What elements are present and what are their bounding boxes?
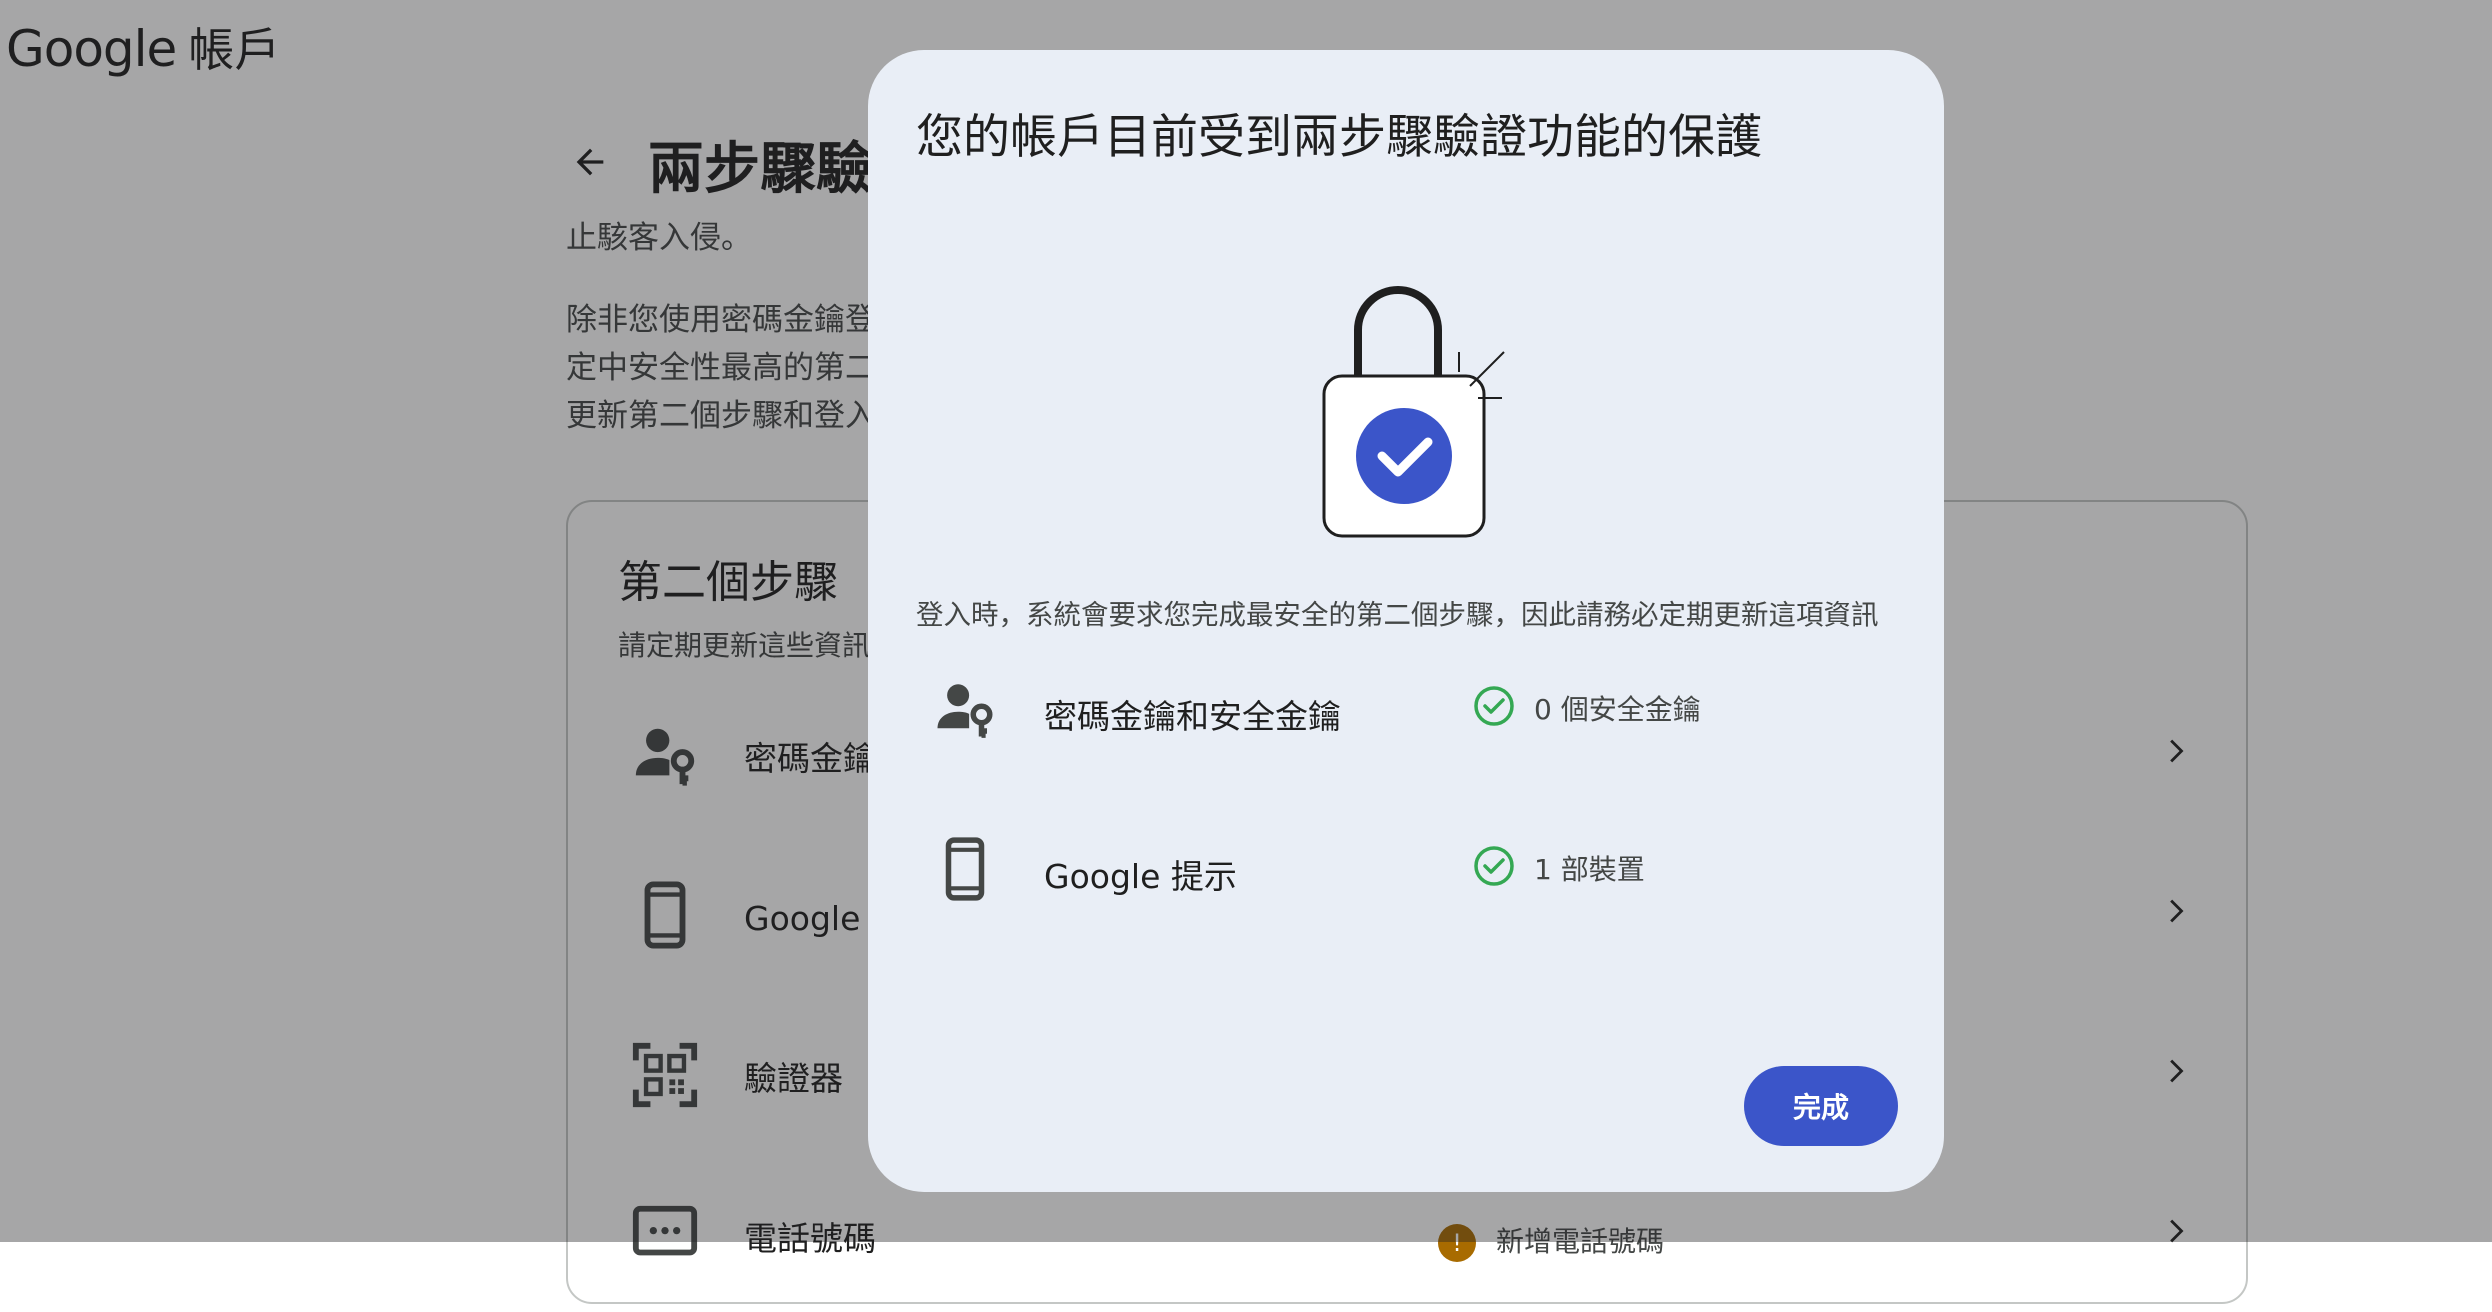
check-circle-icon [1474,686,1514,726]
dialog-item-status: 1 部裝置 [1534,853,1645,886]
done-button[interactable]: 完成 [1744,1066,1898,1146]
dialog-description: 登入時，系統會要求您完成最安全的第二個步驟，因此請務必定期更新這項資訊 [916,599,1879,631]
check-circle-icon [1474,846,1514,886]
two-step-confirmation-dialog: 您的帳戶目前受到兩步驟驗證功能的保護 登入時，系統會要求您完成最安全的第二個步驟… [868,50,1944,1192]
dialog-item-google-prompt: Google 提示 1 部裝置 [868,818,1944,928]
dialog-item-label: Google 提示 [1044,857,1237,896]
dialog-item-label: 密碼金鑰和安全金鑰 [1044,697,1341,736]
phone-icon [945,837,985,901]
person-key-icon [937,684,993,738]
dialog-item-status: 0 個安全金鑰 [1534,693,1701,726]
dialog-item-passkeys: 密碼金鑰和安全金鑰 0 個安全金鑰 [868,658,1944,768]
lock-check-illustration-icon [1322,286,1505,538]
dialog-title: 您的帳戶目前受到兩步驟驗證功能的保護 [916,110,1762,165]
